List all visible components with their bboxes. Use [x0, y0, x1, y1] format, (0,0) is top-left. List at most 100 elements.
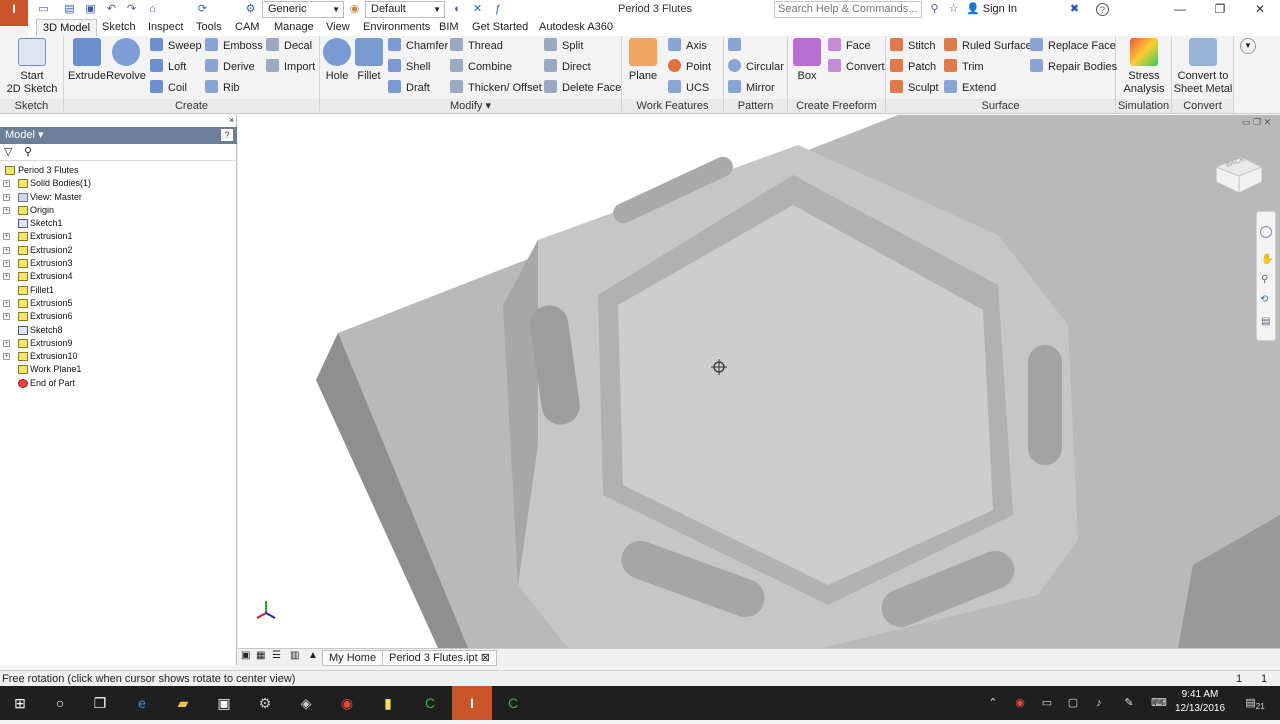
doc-tab-my-home[interactable]: My Home — [322, 650, 384, 666]
fillet-button[interactable]: Fillet — [354, 38, 384, 83]
hole-button[interactable]: Hole — [322, 38, 352, 83]
network-icon[interactable]: ▢ — [1064, 686, 1082, 720]
volume-icon[interactable]: ♪ — [1090, 686, 1108, 720]
axis-button[interactable]: Axis — [668, 37, 707, 55]
tree-node-end-of-part[interactable]: End of Part — [0, 377, 237, 390]
stitch-button[interactable]: Stitch — [890, 37, 936, 55]
tree-node-extrusion10[interactable]: + Extrusion10 — [0, 350, 237, 363]
tab-tools[interactable]: Tools — [196, 19, 222, 36]
expand-icon[interactable]: + — [3, 233, 10, 241]
binoculars-icon[interactable]: ⚲ — [927, 2, 942, 17]
pan-icon[interactable]: ✋ — [1261, 254, 1273, 265]
rib-button[interactable]: Rib — [205, 79, 240, 97]
tab-cam[interactable]: CAM — [235, 19, 259, 36]
settings-icon[interactable]: ⚙ — [243, 2, 258, 17]
task-view-icon[interactable]: ❐ — [80, 686, 120, 720]
patch-button[interactable]: Patch — [890, 58, 936, 76]
expand-icon[interactable]: + — [3, 273, 10, 281]
file-explorer-icon[interactable]: ▰ — [163, 686, 203, 720]
viewcube[interactable]: BACK — [1213, 152, 1265, 196]
direct-button[interactable]: Direct — [544, 58, 591, 76]
help-icon[interactable]: ? — [1096, 3, 1109, 16]
tree-node-extrusion1[interactable]: + Extrusion1 — [0, 230, 237, 243]
emboss-button[interactable]: Emboss — [205, 37, 263, 55]
expand-icon[interactable]: + — [3, 339, 10, 347]
edge-icon[interactable]: e — [122, 686, 162, 720]
expand-icon[interactable]: + — [3, 206, 10, 214]
cascade-icon[interactable]: ▦ — [256, 650, 265, 661]
fx-icon[interactable]: ƒ — [490, 2, 505, 17]
arrange-horizontal-icon[interactable]: ☰ — [272, 650, 281, 661]
tab-inspect[interactable]: Inspect — [148, 19, 183, 36]
orbit-icon[interactable]: ⟲ — [1260, 294, 1268, 305]
tree-node-extrusion4[interactable]: + Extrusion4 — [0, 270, 237, 283]
app-gear-icon[interactable]: ⚙ — [245, 686, 285, 720]
tab-sketch[interactable]: Sketch — [102, 19, 136, 36]
star-icon[interactable]: ☆ — [946, 2, 961, 17]
start-2d-sketch-button[interactable]: Start 2D Sketch — [4, 38, 60, 96]
cortana-icon[interactable]: ○ — [40, 686, 80, 720]
tab-get-started[interactable]: Get Started — [472, 19, 528, 36]
viewport-window-controls[interactable]: ▭ ❐ ✕ — [1242, 117, 1271, 128]
expand-icon[interactable]: + — [3, 353, 10, 361]
tab-manage[interactable]: Manage — [274, 19, 314, 36]
thread-button[interactable]: Thread — [450, 37, 503, 55]
search-input[interactable]: Search Help & Commands... — [774, 1, 922, 18]
inventor-taskbar-icon[interactable]: I — [452, 686, 492, 720]
appearance-dropdown[interactable]: Default ▼ — [365, 1, 445, 18]
close-button[interactable]: ✕ — [1240, 0, 1280, 19]
windows-start-icon[interactable]: ⊞ — [0, 686, 40, 720]
application-menu-button[interactable]: I — [0, 0, 28, 26]
tree-node-sketch1[interactable]: Sketch1 — [0, 217, 237, 230]
revolve-button[interactable]: Revolve — [106, 38, 146, 83]
chamfer-button[interactable]: Chamfer — [388, 37, 448, 55]
expand-icon[interactable]: + — [3, 193, 10, 201]
mirror-button[interactable]: Mirror — [728, 79, 775, 97]
tree-node-extrusion6[interactable]: + Extrusion6 — [0, 310, 237, 323]
split-button[interactable]: Split — [544, 37, 583, 55]
circular-button[interactable]: Circular — [728, 58, 784, 76]
browser-header[interactable]: Model ▾ ? — [0, 127, 237, 144]
tree-node-fillet1[interactable]: Fillet1 — [0, 284, 237, 297]
tab-view[interactable]: View — [326, 19, 350, 36]
tile-icon[interactable]: ▣ — [241, 650, 250, 661]
doc-tab-part[interactable]: Period 3 Flutes.ipt ⊠ — [382, 650, 497, 666]
expand-icon[interactable]: + — [3, 299, 10, 307]
decal-button[interactable]: Decal — [266, 37, 312, 55]
draft-button[interactable]: Draft — [388, 79, 430, 97]
tree-node-part[interactable]: Period 3 Flutes — [0, 164, 237, 177]
look-at-icon[interactable]: ▤ — [1261, 316, 1270, 327]
expand-icon[interactable]: + — [3, 313, 10, 321]
close-browser-icon[interactable]: × — [229, 115, 234, 125]
coil-button[interactable]: Coil — [150, 79, 187, 97]
face-button[interactable]: Face — [828, 37, 870, 55]
expand-icon[interactable]: + — [3, 246, 10, 254]
update-icon[interactable]: ⟳ — [195, 2, 210, 17]
keyboard-icon[interactable]: ⌨ — [1150, 686, 1168, 720]
adjust-icon[interactable]: ◐ — [450, 2, 465, 17]
tree-node-work-plane1[interactable]: Work Plane1 — [0, 363, 237, 376]
ribbon-options-icon[interactable]: ▼ — [1240, 38, 1256, 54]
replace-face-button[interactable]: Replace Face — [1030, 37, 1116, 55]
sticky-notes-icon[interactable]: ▮ — [368, 686, 408, 720]
undo-icon[interactable]: ↶ — [104, 2, 119, 17]
tab-environments[interactable]: Environments — [363, 19, 430, 36]
tree-node-extrusion3[interactable]: + Extrusion3 — [0, 257, 237, 270]
menu-icon[interactable]: ▲ — [308, 650, 318, 661]
redo-icon[interactable]: ↷ — [124, 2, 139, 17]
material-dropdown[interactable]: Generic ▼ — [262, 1, 344, 18]
thicken-offset-button[interactable]: Thicken/ Offset — [450, 79, 542, 97]
box-button[interactable]: Box — [792, 38, 822, 83]
maximize-button[interactable]: ❐ — [1200, 0, 1240, 19]
repair-bodies-button[interactable]: Repair Bodies — [1030, 58, 1117, 76]
sculpt-button[interactable]: Sculpt — [890, 79, 939, 97]
browser-help-icon[interactable]: ? — [221, 129, 233, 141]
shell-button[interactable]: Shell — [388, 58, 430, 76]
convert-button[interactable]: Convert — [828, 58, 885, 76]
new-file-icon[interactable]: ▭ — [36, 2, 51, 17]
tree-node-extrusion2[interactable]: + Extrusion2 — [0, 244, 237, 257]
clock[interactable]: 9:41 AM 12/13/2016 — [1170, 688, 1230, 716]
trim-button[interactable]: Trim — [944, 58, 984, 76]
tree-node-view[interactable]: + View: Master — [0, 191, 237, 204]
exchange-icon[interactable]: ✖ — [1067, 2, 1082, 17]
